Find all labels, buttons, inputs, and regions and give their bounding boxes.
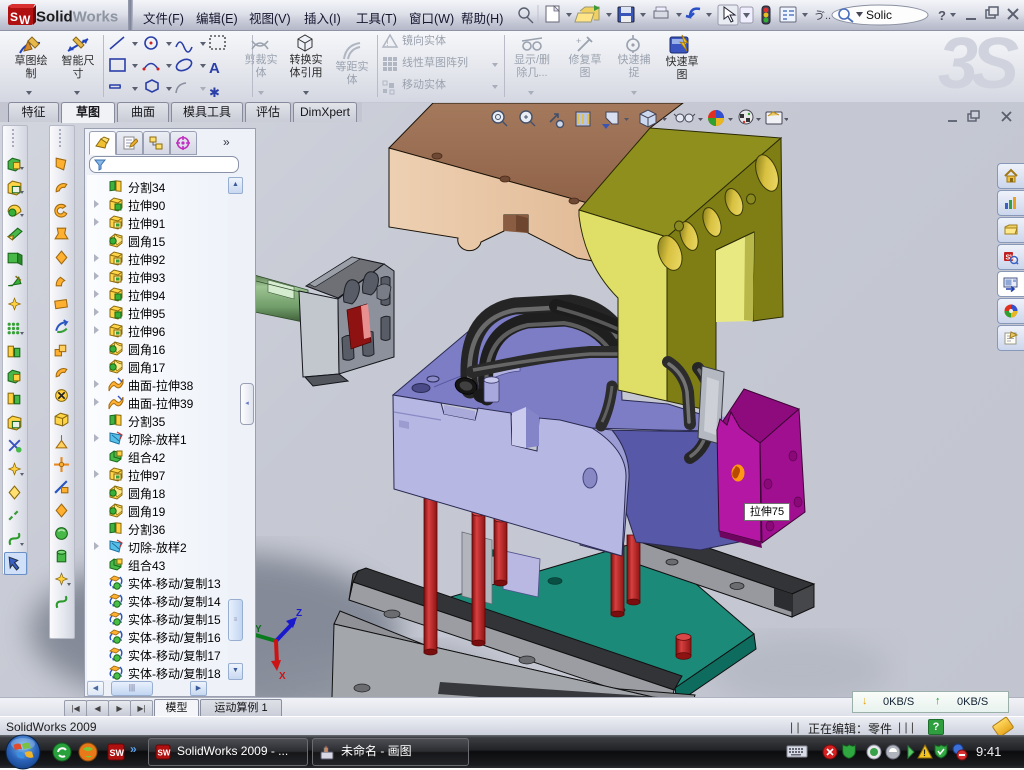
- svg-text:Y: Y: [255, 624, 262, 635]
- svg-text:?: ?: [938, 8, 946, 23]
- svg-text:A: A: [209, 60, 220, 77]
- svg-text:SW: SW: [158, 749, 171, 758]
- svg-text:SW: SW: [110, 748, 125, 758]
- svg-text:!: !: [923, 748, 926, 758]
- svg-text:S: S: [10, 10, 18, 24]
- svg-text:!: !: [386, 38, 389, 49]
- svg-text:Solic: Solic: [866, 8, 892, 22]
- svg-text:✱: ✱: [209, 85, 220, 99]
- svg-text:X: X: [279, 671, 286, 682]
- svg-text:ゔ..: ゔ..: [814, 9, 831, 22]
- svg-text:SolidWorks: SolidWorks: [36, 9, 118, 26]
- svg-text:»: »: [130, 742, 137, 756]
- svg-text:W: W: [19, 13, 31, 27]
- svg-text:Z: Z: [296, 608, 302, 619]
- svg-text:+: +: [576, 36, 581, 46]
